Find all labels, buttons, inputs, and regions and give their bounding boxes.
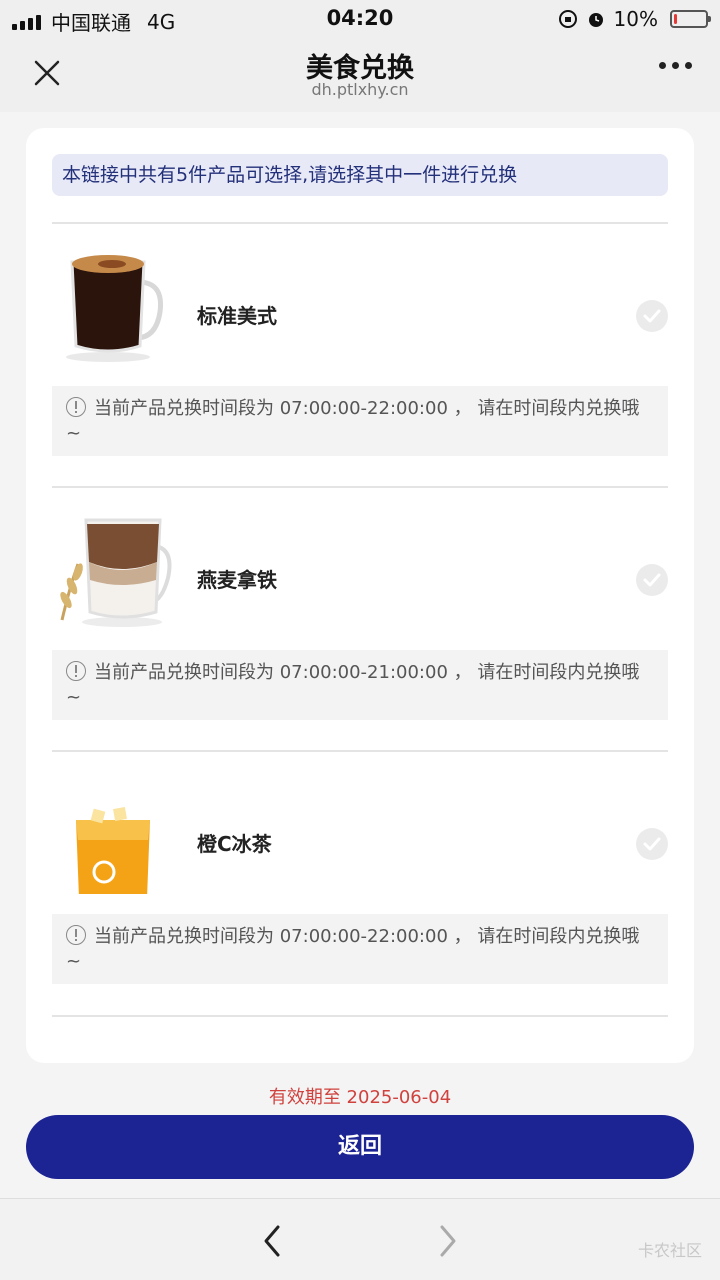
info-icon: [66, 925, 86, 945]
divider: [52, 1015, 668, 1017]
time-hint: 当前产品兑换时间段为 07:00:00-22:00:00 ， 请在时间段内兑换哦…: [52, 386, 668, 456]
hint-text: 当前产品兑换时间段为 07:00:00-22:00:00 ， 请在时间段内兑换哦…: [66, 926, 640, 972]
product-name: 橙C冰茶: [197, 832, 272, 856]
time-hint: 当前产品兑换时间段为 07:00:00-21:00:00 ， 请在时间段内兑换哦…: [52, 650, 668, 720]
check-icon: [643, 573, 661, 587]
page-domain: dh.ptlxhy.cn: [311, 80, 409, 99]
info-icon: [66, 397, 86, 417]
orange-tea-image: [76, 807, 150, 894]
product-card: 本链接中共有5件产品可选择,请选择其中一件进行兑换 标准美式 当前产品兑换时间段…: [26, 128, 694, 1063]
check-icon: [643, 309, 661, 323]
check-icon: [643, 837, 661, 851]
rotation-lock-icon: [558, 10, 577, 28]
back-arrow-icon[interactable]: [258, 1223, 288, 1259]
product-item-oat-latte[interactable]: 燕麦拿铁 当前产品兑换时间段为 07:00:00-21:00:00 ， 请在时间…: [52, 488, 668, 720]
alarm-icon: [588, 13, 603, 27]
select-check[interactable]: [636, 828, 668, 860]
battery-level: [674, 14, 677, 24]
oat-latte-image: [60, 518, 172, 627]
hint-text: 当前产品兑换时间段为 07:00:00-22:00:00 ， 请在时间段内兑换哦…: [66, 398, 640, 444]
americano-image: [66, 255, 164, 362]
forward-arrow-icon[interactable]: [432, 1223, 462, 1259]
product-item-orange-tea[interactable]: 橙C冰茶 当前产品兑换时间段为 07:00:00-22:00:00 ， 请在时间…: [52, 752, 668, 984]
status-bar: 中国联通 4G 04:20 10%: [0, 0, 720, 36]
browser-bottom-bar: 卡农社区: [0, 1198, 720, 1280]
product-name: 燕麦拿铁: [197, 568, 277, 592]
hint-text: 当前产品兑换时间段为 07:00:00-21:00:00 ， 请在时间段内兑换哦…: [66, 662, 640, 708]
battery-percent: 10%: [613, 7, 658, 31]
validity-text: 有效期至 2025-06-04: [268, 1087, 452, 1108]
nav-bar: 美食兑换 dh.ptlxhy.cn: [0, 36, 720, 112]
info-icon: [66, 661, 86, 681]
select-check[interactable]: [636, 564, 668, 596]
notice-banner: 本链接中共有5件产品可选择,请选择其中一件进行兑换: [52, 154, 668, 196]
status-right: 10%: [558, 7, 711, 31]
more-dots-icon[interactable]: [659, 62, 692, 69]
product-item-americano[interactable]: 标准美式 当前产品兑换时间段为 07:00:00-22:00:00 ， 请在时间…: [52, 224, 668, 456]
return-button[interactable]: 返回: [26, 1115, 694, 1179]
product-name: 标准美式: [197, 304, 277, 328]
battery-icon: [670, 10, 711, 28]
select-check[interactable]: [636, 300, 668, 332]
watermark: 卡农社区: [637, 1241, 702, 1260]
time-hint: 当前产品兑换时间段为 07:00:00-22:00:00 ， 请在时间段内兑换哦…: [52, 914, 668, 984]
